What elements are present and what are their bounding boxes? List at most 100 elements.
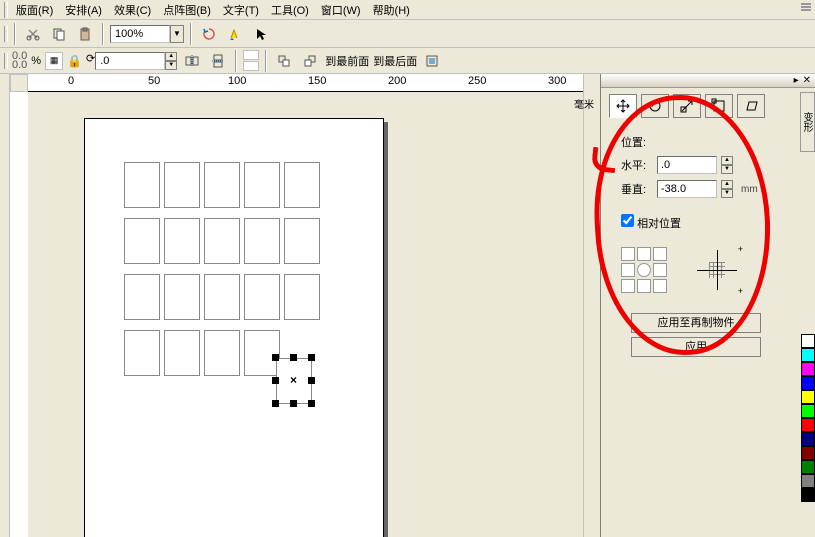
tab-position[interactable] <box>609 94 637 118</box>
copy-button[interactable] <box>48 23 70 45</box>
canvas-rect[interactable] <box>164 274 200 320</box>
rotation-input[interactable] <box>95 52 165 70</box>
vertical-spinner[interactable]: ▲▼ <box>721 180 733 198</box>
canvas-rect[interactable] <box>204 274 240 320</box>
relative-checkbox-input[interactable] <box>621 214 634 227</box>
canvas-rect[interactable] <box>244 162 280 208</box>
selection-center-icon[interactable]: × <box>290 373 297 387</box>
menu-grip[interactable] <box>4 2 8 18</box>
pointer-button[interactable] <box>250 23 272 45</box>
menu-arrange[interactable]: 安排(A) <box>61 0 106 20</box>
canvas-rect[interactable] <box>244 330 280 376</box>
palette-swatch[interactable] <box>801 488 815 502</box>
line-style-top-icon[interactable] <box>243 50 259 60</box>
color-palette[interactable] <box>801 334 815 502</box>
canvas-rect[interactable] <box>244 274 280 320</box>
vertical-scrollbar[interactable] <box>583 74 600 537</box>
palette-swatch[interactable] <box>801 474 815 488</box>
to-front-label[interactable]: 到最前面 <box>325 53 369 69</box>
menu-text[interactable]: 文字(T) <box>219 0 263 20</box>
tab-skew[interactable] <box>737 94 765 118</box>
horizontal-spinner[interactable]: ▲▼ <box>721 156 733 174</box>
selection-handle[interactable] <box>272 377 279 384</box>
to-back-label[interactable]: 到最后面 <box>373 53 417 69</box>
canvas-rect[interactable] <box>204 330 240 376</box>
horizontal-input[interactable] <box>657 156 717 174</box>
tab-size[interactable] <box>705 94 733 118</box>
docker-menu-icon[interactable]: ▸ <box>794 75 799 86</box>
canvas-rect[interactable] <box>124 330 160 376</box>
mirror-h-button[interactable] <box>181 50 203 72</box>
canvas-rect[interactable] <box>164 162 200 208</box>
tab-rotate[interactable] <box>641 94 669 118</box>
relative-position-checkbox[interactable]: 相对位置 <box>621 218 681 230</box>
zoom-input[interactable] <box>110 25 170 43</box>
drawing-canvas[interactable]: × <box>28 92 600 537</box>
palette-swatch[interactable] <box>801 446 815 460</box>
zoom-combo[interactable]: ▼ <box>110 25 184 43</box>
cut-button[interactable] <box>22 23 44 45</box>
selection-handle[interactable] <box>308 377 315 384</box>
ruler-origin[interactable] <box>10 74 28 92</box>
line-style-bottom-icon[interactable] <box>243 61 259 71</box>
mirror-v-button[interactable] <box>207 50 229 72</box>
menu-bitmap[interactable]: 点阵图(B) <box>159 0 215 20</box>
align-button-2[interactable] <box>299 50 321 72</box>
refresh-button[interactable] <box>198 23 220 45</box>
separator <box>14 23 16 45</box>
left-toolbox <box>0 74 10 537</box>
palette-swatch[interactable] <box>801 432 815 446</box>
vertical-input[interactable] <box>657 180 717 198</box>
selection-handle[interactable] <box>308 400 315 407</box>
tab-scale[interactable] <box>673 94 701 118</box>
canvas-rect[interactable] <box>124 162 160 208</box>
anchor-grid[interactable] <box>621 247 667 293</box>
canvas-rect[interactable] <box>284 162 320 208</box>
canvas-rect[interactable] <box>124 218 160 264</box>
menu-effects[interactable]: 效果(C) <box>110 0 155 20</box>
lock-icon[interactable]: 🔒 <box>67 54 82 68</box>
palette-swatch[interactable] <box>801 348 815 362</box>
canvas-rect[interactable] <box>204 162 240 208</box>
rotation-spinner[interactable]: ▲▼ <box>165 52 177 70</box>
toolbar2-grip[interactable] <box>4 53 8 69</box>
canvas-rect[interactable] <box>124 274 160 320</box>
proportional-icon[interactable]: ▦ <box>45 52 63 70</box>
canvas-rect[interactable] <box>164 330 200 376</box>
zoom-dropdown-icon[interactable]: ▼ <box>170 25 184 43</box>
origin-widget[interactable]: + + <box>697 250 737 290</box>
canvas-rect[interactable] <box>204 218 240 264</box>
menu-tools[interactable]: 工具(O) <box>267 0 313 20</box>
palette-swatch[interactable] <box>801 460 815 474</box>
palette-swatch[interactable] <box>801 334 815 348</box>
apply-to-duplicate-button[interactable]: 应用至再制物件 <box>631 313 761 333</box>
canvas-rect[interactable] <box>284 274 320 320</box>
canvas-rect[interactable] <box>164 218 200 264</box>
docker-side-tab[interactable]: 变形 <box>800 92 815 152</box>
wrap-button[interactable] <box>421 50 443 72</box>
selection-handle[interactable] <box>272 354 279 361</box>
apply-button[interactable]: 应用 <box>631 337 761 357</box>
rotation-field[interactable]: ⟳ ▲▼ <box>86 52 177 70</box>
selection-handle[interactable] <box>290 400 297 407</box>
horizontal-ruler[interactable]: 0 50 100 150 200 250 300 <box>10 74 600 92</box>
palette-swatch[interactable] <box>801 418 815 432</box>
selection-handle[interactable] <box>290 354 297 361</box>
palette-swatch[interactable] <box>801 362 815 376</box>
paste-button[interactable] <box>74 23 96 45</box>
docker-close-icon[interactable]: ✕ <box>803 75 811 86</box>
menu-help[interactable]: 帮助(H) <box>369 0 414 20</box>
menu-window[interactable]: 窗口(W) <box>317 0 365 20</box>
align-button-1[interactable] <box>273 50 295 72</box>
toolbar1-grip[interactable] <box>4 26 8 42</box>
selection-handle[interactable] <box>308 354 315 361</box>
palette-swatch[interactable] <box>801 390 815 404</box>
palette-swatch[interactable] <box>801 376 815 390</box>
menu-overflow-icon[interactable] <box>801 2 811 12</box>
menu-layout[interactable]: 版面(R) <box>12 0 57 20</box>
canvas-rect[interactable] <box>244 218 280 264</box>
canvas-rect[interactable] <box>284 218 320 264</box>
highlight-button[interactable] <box>224 23 246 45</box>
selection-handle[interactable] <box>272 400 279 407</box>
palette-swatch[interactable] <box>801 404 815 418</box>
